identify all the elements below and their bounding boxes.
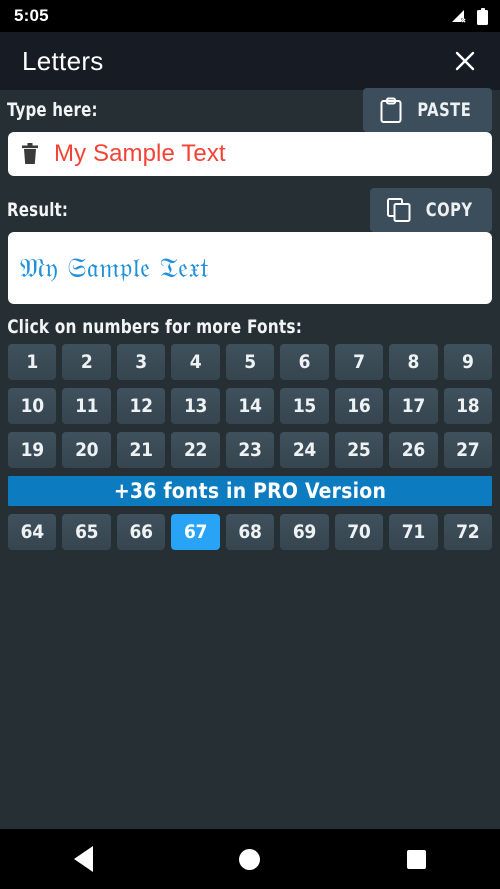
font-button[interactable]: 14 xyxy=(225,388,275,424)
font-button[interactable]: 64 xyxy=(8,514,57,550)
fonts-hint: Click on numbers for more Fonts: xyxy=(7,316,303,338)
font-button[interactable]: 26 xyxy=(389,432,438,468)
nav-recents-button[interactable] xyxy=(382,836,452,882)
font-button[interactable]: 27 xyxy=(443,432,492,468)
main-content: Type here: PASTE My Sample Text Result: … xyxy=(0,88,500,829)
font-button-selected[interactable]: 67 xyxy=(171,514,220,550)
android-nav-bar xyxy=(0,829,500,889)
font-row-2: 10 11 12 13 14 15 16 17 18 xyxy=(0,388,500,424)
font-button[interactable]: 1 xyxy=(8,344,57,380)
font-button[interactable]: 72 xyxy=(443,514,492,550)
status-icons xyxy=(451,7,488,25)
font-button[interactable]: 12 xyxy=(116,388,166,424)
font-row-4: 64 65 66 67 68 69 70 71 72 xyxy=(0,514,500,550)
font-button[interactable]: 17 xyxy=(389,388,438,424)
font-button[interactable]: 65 xyxy=(62,514,111,550)
font-button[interactable]: 6 xyxy=(280,344,329,380)
copy-icon xyxy=(386,198,411,222)
copy-button[interactable]: COPY xyxy=(369,188,492,232)
font-button[interactable]: 19 xyxy=(8,432,57,468)
close-icon xyxy=(455,51,475,71)
clipboard-icon xyxy=(380,97,402,123)
status-time: 5:05 xyxy=(14,6,49,25)
paste-button-label: PASTE xyxy=(417,99,472,121)
font-button[interactable]: 4 xyxy=(171,344,220,380)
battery-full-icon xyxy=(477,7,488,25)
font-button[interactable]: 24 xyxy=(280,432,329,468)
page-title: Letters xyxy=(22,45,104,76)
font-button[interactable]: 10 xyxy=(8,388,57,424)
font-button[interactable]: 13 xyxy=(171,388,220,424)
font-button[interactable]: 69 xyxy=(280,514,329,550)
font-button[interactable]: 23 xyxy=(225,432,275,468)
signal-no-sim-icon xyxy=(451,9,468,23)
font-button[interactable]: 66 xyxy=(116,514,166,550)
paste-button[interactable]: PASTE xyxy=(363,88,492,132)
font-button[interactable]: 15 xyxy=(280,388,329,424)
result-label-row: Result: COPY xyxy=(0,188,500,232)
nav-home-button[interactable] xyxy=(215,836,285,882)
trash-icon[interactable] xyxy=(20,142,40,166)
font-button[interactable]: 70 xyxy=(334,514,384,550)
recents-square-icon xyxy=(407,849,427,869)
input-label: Type here: xyxy=(7,99,98,121)
text-input-field[interactable]: My Sample Text xyxy=(8,132,492,176)
font-button[interactable]: 3 xyxy=(116,344,166,380)
font-button[interactable]: 68 xyxy=(225,514,275,550)
font-button[interactable]: 22 xyxy=(171,432,220,468)
result-output-box[interactable]: 𝔐𝔶 𝔖𝔞𝔪𝔭𝔩𝔢 𝔗𝔢𝔵𝔱 xyxy=(8,232,492,304)
back-triangle-icon xyxy=(73,846,93,872)
result-value: 𝔐𝔶 𝔖𝔞𝔪𝔭𝔩𝔢 𝔗𝔢𝔵𝔱 xyxy=(20,252,210,284)
copy-button-label: COPY xyxy=(425,199,473,221)
font-button[interactable]: 9 xyxy=(443,344,492,380)
close-button[interactable] xyxy=(448,44,482,78)
font-button[interactable]: 20 xyxy=(62,432,111,468)
font-button[interactable]: 2 xyxy=(62,344,111,380)
font-button[interactable]: 21 xyxy=(116,432,166,468)
font-button[interactable]: 5 xyxy=(225,344,275,380)
font-button[interactable]: 71 xyxy=(389,514,438,550)
result-label: Result: xyxy=(7,199,69,221)
app-screen: 5:05 Letters Type here: PASTE My Sample … xyxy=(0,0,500,889)
font-number-grid: 1 2 3 4 5 6 7 8 9 10 11 12 13 14 15 16 1… xyxy=(0,344,500,468)
font-row-3: 19 20 21 22 23 24 25 26 27 xyxy=(0,432,500,468)
font-button[interactable]: 7 xyxy=(334,344,384,380)
status-bar: 5:05 xyxy=(0,0,500,32)
input-label-row: Type here: PASTE xyxy=(0,88,500,132)
title-bar: Letters xyxy=(0,32,500,90)
font-row-1: 1 2 3 4 5 6 7 8 9 xyxy=(0,344,500,380)
text-input-value[interactable]: My Sample Text xyxy=(54,140,226,168)
nav-back-button[interactable] xyxy=(48,836,118,882)
font-button[interactable]: 8 xyxy=(389,344,438,380)
home-circle-icon xyxy=(239,848,261,870)
font-button[interactable]: 16 xyxy=(334,388,384,424)
font-number-grid-pro: 64 65 66 67 68 69 70 71 72 xyxy=(0,514,500,550)
font-button[interactable]: 11 xyxy=(62,388,111,424)
font-button[interactable]: 18 xyxy=(443,388,492,424)
font-button[interactable]: 25 xyxy=(334,432,384,468)
pro-version-banner[interactable]: +36 fonts in PRO Version xyxy=(8,476,492,506)
